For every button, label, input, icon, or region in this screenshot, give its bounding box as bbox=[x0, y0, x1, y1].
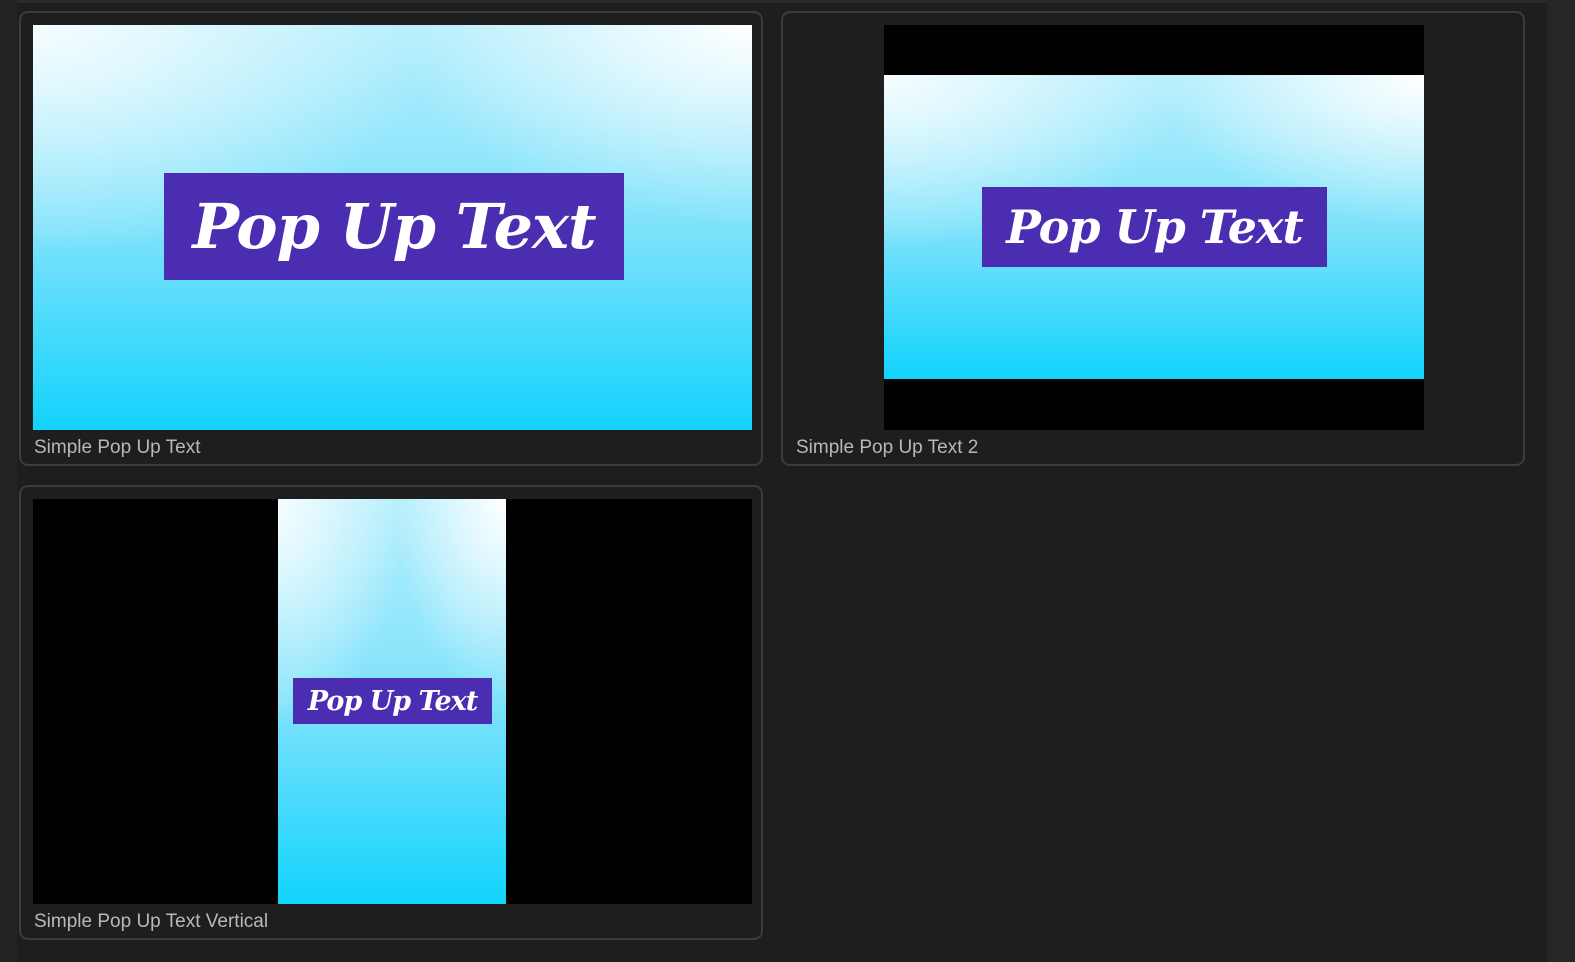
preview-banner: Pop Up Text bbox=[164, 173, 624, 280]
template-name: Simple Pop Up Text bbox=[34, 437, 201, 458]
top-divider bbox=[17, 0, 1575, 3]
preview-banner: Pop Up Text bbox=[982, 187, 1327, 267]
template-thumbnail: Pop Up Text bbox=[33, 25, 752, 430]
template-thumbnail: Pop Up Text bbox=[33, 499, 752, 904]
template-thumbnail: Pop Up Text bbox=[795, 25, 1514, 430]
template-card-simple-pop-up-text-vertical[interactable]: Pop Up Text Simple Pop Up Text Vertical bbox=[19, 485, 763, 940]
template-name: Simple Pop Up Text 2 bbox=[796, 437, 979, 458]
template-name: Simple Pop Up Text Vertical bbox=[34, 911, 269, 932]
scrollbar-track[interactable] bbox=[1547, 0, 1575, 962]
preview-banner: Pop Up Text bbox=[293, 678, 492, 724]
template-card-simple-pop-up-text[interactable]: Pop Up Text Simple Pop Up Text bbox=[19, 11, 763, 466]
left-panel-edge bbox=[0, 0, 17, 962]
template-card-simple-pop-up-text-2[interactable]: Pop Up Text Simple Pop Up Text 2 bbox=[781, 11, 1525, 466]
